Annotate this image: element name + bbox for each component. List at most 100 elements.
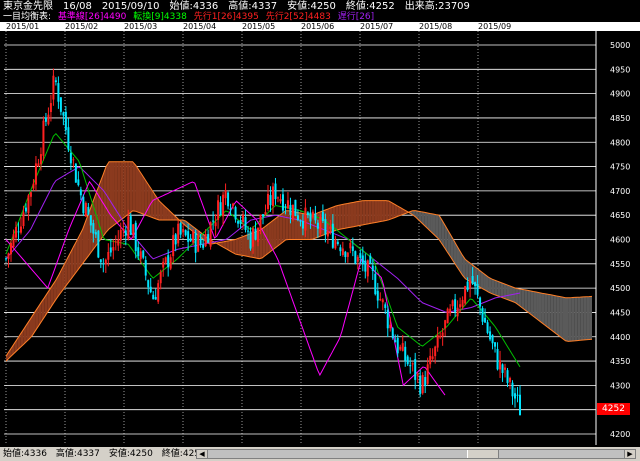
- candle-body: [321, 211, 324, 222]
- cloud-segment: [506, 284, 510, 301]
- cloud-segment: [385, 200, 389, 221]
- candle-body: [132, 224, 135, 235]
- candle-body: [329, 226, 332, 229]
- candle-body: [301, 220, 304, 229]
- cloud-segment: [533, 291, 537, 319]
- candle-body: [154, 297, 157, 300]
- candle-body: [331, 223, 334, 248]
- candle-body: [269, 195, 272, 206]
- candle-body: [466, 281, 469, 291]
- candle-body: [67, 127, 70, 150]
- candle-body: [341, 248, 344, 256]
- cloud-segment: [141, 174, 145, 215]
- cloud-segment: [353, 201, 357, 227]
- cloud-segment: [491, 279, 495, 295]
- cloud-segment: [565, 297, 569, 342]
- cloud-segment: [485, 275, 489, 293]
- candle-body: [469, 280, 472, 288]
- indicator-lines: [5, 132, 521, 396]
- candle-body: [479, 297, 482, 307]
- cloud-segment: [497, 281, 501, 298]
- candle-body: [42, 120, 45, 156]
- candle-body: [144, 260, 147, 276]
- cloud-segment: [365, 200, 369, 225]
- candle-body: [184, 230, 187, 236]
- x-tick-label: 2015/01: [6, 22, 39, 31]
- candle-body: [399, 346, 402, 350]
- candle-body: [22, 212, 25, 227]
- candle-body: [284, 206, 287, 208]
- candle-body: [264, 211, 267, 215]
- cloud-segment: [583, 296, 587, 341]
- candle-body: [429, 355, 432, 365]
- cloud-segment: [571, 297, 575, 342]
- candle-body: [217, 200, 220, 220]
- candle-body: [229, 208, 232, 211]
- candle-body: [384, 304, 387, 308]
- candle-body: [324, 219, 327, 235]
- candle-body: [366, 260, 369, 277]
- candle-body: [289, 204, 292, 215]
- candle-body: [411, 363, 414, 365]
- candle-body: [197, 235, 200, 252]
- candle-body: [499, 360, 502, 370]
- candle-body: [306, 212, 309, 216]
- cloud-segment: [273, 217, 277, 249]
- candle-body: [431, 356, 434, 359]
- candle-body: [194, 232, 197, 253]
- horizontal-scrollbar[interactable]: ◀ ▶: [196, 449, 636, 459]
- candle-body: [204, 233, 207, 247]
- candle-body: [279, 198, 282, 202]
- scroll-left-arrow-icon[interactable]: ◀: [197, 450, 208, 458]
- candle-body: [426, 364, 429, 384]
- cloud-segment: [347, 202, 351, 228]
- candle-body: [414, 359, 417, 380]
- cloud-segment: [550, 294, 554, 332]
- candle-body: [57, 83, 60, 102]
- scroll-thumb[interactable]: [467, 450, 499, 458]
- cloud-segment: [432, 214, 436, 237]
- cloud-segment: [362, 200, 366, 225]
- candle-body: [149, 286, 152, 293]
- candle-body: [82, 196, 85, 214]
- cloud-segment: [379, 200, 383, 222]
- candle-body: [219, 202, 222, 216]
- scroll-right-arrow-icon[interactable]: ▶: [624, 450, 635, 458]
- y-tick-label: 4800: [610, 138, 630, 147]
- cloud-segment: [279, 212, 283, 245]
- candle-body: [172, 235, 175, 257]
- y-tick-label: 4200: [610, 430, 630, 439]
- cloud-segment: [377, 200, 380, 223]
- candle-body: [319, 216, 322, 234]
- candle-body: [434, 346, 437, 357]
- candle-body: [259, 214, 262, 230]
- candle-body: [14, 227, 17, 238]
- y-tick-label: 4550: [610, 260, 630, 269]
- y-tick-label: 4350: [610, 357, 630, 366]
- candle-body: [257, 227, 260, 242]
- cloud-segment: [382, 200, 386, 222]
- ichimoku-chart: 2015/01 2015/02 2015/03 2015/04 2015/05 2015/…: [0, 22, 640, 445]
- candle-body: [34, 163, 37, 185]
- cloud-segment: [356, 201, 360, 227]
- candle-body: [262, 214, 264, 217]
- cloud-segment: [135, 165, 139, 213]
- candle-body: [361, 255, 364, 265]
- candle-body: [187, 231, 190, 242]
- x-tick-label: 2015/06: [301, 22, 334, 31]
- candle-body: [47, 114, 50, 125]
- candle-body: [454, 299, 457, 312]
- x-tick-label: 2015/08: [419, 22, 452, 31]
- candle-body: [162, 261, 165, 268]
- candle-body: [134, 222, 137, 252]
- cloud-segment: [268, 221, 272, 254]
- candle-body: [474, 282, 477, 287]
- candle-body: [349, 242, 352, 249]
- cloud-segment: [285, 210, 289, 240]
- cloud-segment: [527, 290, 531, 314]
- candle-body: [376, 290, 379, 301]
- candle-body: [9, 242, 12, 255]
- candle-body: [79, 189, 82, 196]
- candle-body: [294, 199, 297, 216]
- cloud-segment: [94, 190, 98, 248]
